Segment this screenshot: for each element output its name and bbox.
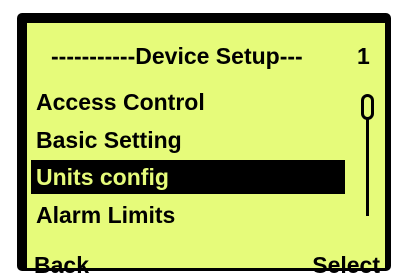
menu-item-units-config[interactable]: Units config — [36, 166, 169, 189]
back-softkey[interactable]: Back — [34, 254, 89, 277]
screen-title: -----------Device Setup--- — [51, 43, 303, 69]
menu-item-access-control[interactable]: Access Control — [36, 91, 205, 114]
select-softkey[interactable]: Select — [312, 254, 380, 277]
page-number: 1 — [357, 43, 370, 69]
menu-item-basic-setting[interactable]: Basic Setting — [36, 129, 182, 152]
scrollbar-thumb[interactable] — [361, 94, 374, 120]
menu-item-alarm-limits[interactable]: Alarm Limits — [36, 204, 175, 227]
device-bezel: -----------Device Setup--- 1 Access Cont… — [17, 13, 391, 277]
lcd-screen: -----------Device Setup--- 1 Access Cont… — [27, 23, 385, 277]
scrollbar-track[interactable] — [366, 118, 369, 216]
